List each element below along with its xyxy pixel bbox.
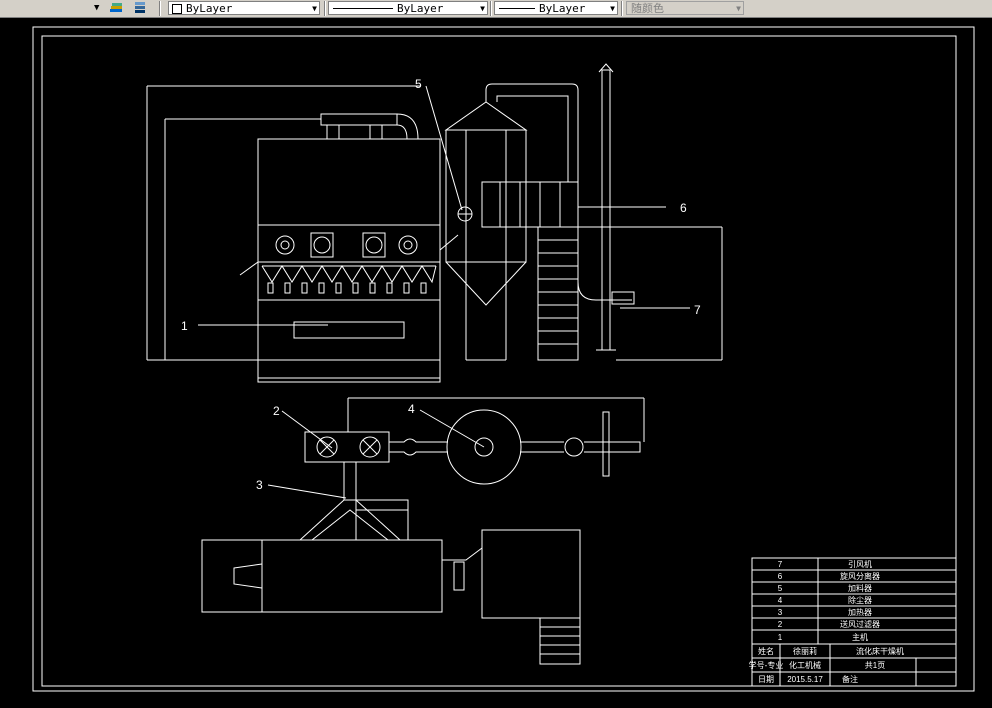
tb-row-name: 加料器 xyxy=(848,583,872,593)
tb-row-no: 3 xyxy=(778,608,783,617)
chevron-down-icon[interactable]: ▼ xyxy=(480,3,485,15)
layer-previous-icon[interactable] xyxy=(132,1,148,14)
chevron-down-icon: ▼ xyxy=(736,4,741,13)
sheet-outer-frame xyxy=(32,26,975,692)
chevron-down-icon[interactable]: ▼ xyxy=(610,3,615,15)
sheet-inner-frame xyxy=(41,35,957,687)
tb-row-name: 加热器 xyxy=(848,607,872,617)
lineweight-control-value: ByLayer xyxy=(539,2,586,15)
plotstyle-control-value: 随颜色 xyxy=(631,2,664,15)
cad-drawing: 1 2 3 4 5 6 7 7 引风机 6 旋风分离器 5 加料器 4 除尘器 … xyxy=(32,26,975,692)
tb-name-label: 姓名 xyxy=(758,646,774,656)
tb-sheet-value: 共1页 xyxy=(865,661,885,670)
tb-row-name: 引风机 xyxy=(848,559,872,569)
tb-id-label: 学号-专业 xyxy=(749,660,784,670)
color-control-value: ByLayer xyxy=(186,2,233,15)
tb-name-value: 徐丽莉 xyxy=(793,646,817,656)
linetype-control-value: ByLayer xyxy=(397,2,444,15)
tb-row-no: 6 xyxy=(778,572,783,581)
tb-date-label: 日期 xyxy=(758,675,774,684)
chevron-down-icon[interactable]: ▼ xyxy=(312,3,317,15)
label-1: 1 xyxy=(181,319,188,333)
tb-remark-label: 备注 xyxy=(842,674,858,684)
linetype-control-combo[interactable]: ByLayer ▼ xyxy=(328,1,488,15)
tb-row-no: 4 xyxy=(778,596,783,605)
model-space-canvas[interactable]: 1 2 3 4 5 6 7 7 引风机 6 旋风分离器 5 加料器 4 除尘器 … xyxy=(0,18,992,703)
tb-id-value: 化工机械 xyxy=(789,660,821,670)
label-3: 3 xyxy=(256,478,263,492)
label-2: 2 xyxy=(273,404,280,418)
layer-state-icon[interactable] xyxy=(110,1,124,14)
plotstyle-control-combo: 随颜色 ▼ xyxy=(626,1,744,15)
dryer-elevation xyxy=(146,85,459,383)
tb-row-no: 2 xyxy=(778,620,783,629)
label-5: 5 xyxy=(415,77,422,91)
tb-row-name: 旋风分离器 xyxy=(840,571,880,581)
dropdown-arrow[interactable]: ▼ xyxy=(94,1,99,15)
label-4: 4 xyxy=(408,402,415,416)
plan-view xyxy=(201,397,645,665)
tb-date-value: 2015.5.17 xyxy=(787,675,823,684)
lineweight-control-combo[interactable]: ByLayer ▼ xyxy=(494,1,618,15)
label-6: 6 xyxy=(680,201,687,215)
label-7: 7 xyxy=(694,303,701,317)
tb-row-no: 5 xyxy=(778,584,783,593)
properties-toolbar: ▼ ByLayer ▼ ByLayer ▼ ByLayer ▼ 随颜色 ▼ xyxy=(0,0,992,18)
tb-row-name: 除尘器 xyxy=(848,595,872,605)
tb-row-no: 7 xyxy=(778,560,783,569)
tb-row-name: 送风过滤器 xyxy=(840,619,880,629)
tb-row-name: 主机 xyxy=(852,632,868,642)
color-control-combo[interactable]: ByLayer ▼ xyxy=(168,1,320,15)
tb-title-value: 流化床干燥机 xyxy=(856,646,904,656)
tb-row-no: 1 xyxy=(778,633,783,642)
